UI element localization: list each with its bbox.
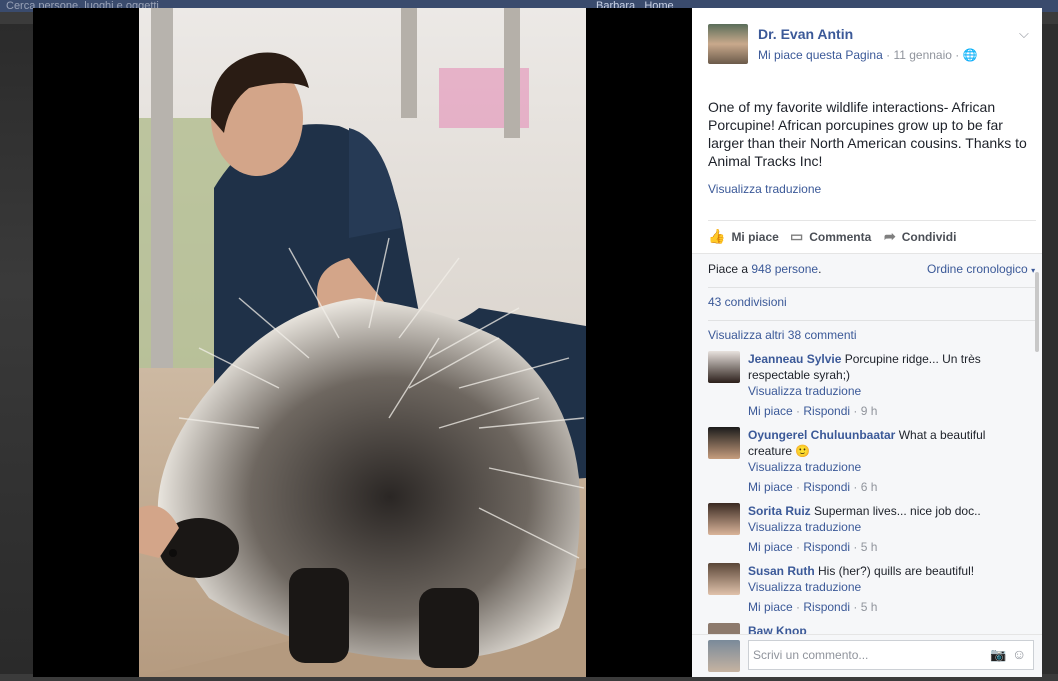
commenter-name[interactable]: Sorita Ruiz <box>748 504 811 518</box>
author-avatar[interactable] <box>708 24 748 64</box>
commenter-avatar[interactable] <box>708 351 740 383</box>
commenter-name[interactable]: Oyungerel Chuluunbaatar <box>748 428 895 442</box>
comment-translate-link[interactable]: Visualizza traduzione <box>748 579 998 595</box>
current-user-avatar <box>708 640 740 672</box>
commenter-name[interactable]: Jeanneau Sylvie <box>748 352 841 366</box>
comment-text: His (her?) quills are beautiful! <box>818 564 975 578</box>
comment-reply-link[interactable]: Rispondi <box>803 480 850 494</box>
comment-like-link[interactable]: Mi piace <box>748 600 793 614</box>
like-page-link[interactable]: Mi piace questa Pagina <box>758 48 883 62</box>
share-arrow-icon: ➦ <box>884 228 896 244</box>
share-button[interactable]: ➦ Condividi <box>884 228 956 245</box>
comment-footer: Mi piace · Rispondi · 5 h <box>748 540 878 554</box>
comment-translate-link[interactable]: Visualizza traduzione <box>748 383 998 399</box>
speech-bubble-icon: ▭ <box>790 228 804 244</box>
comment-label: Commenta <box>809 229 872 244</box>
comment-translate-link[interactable]: Visualizza traduzione <box>748 519 998 535</box>
comment-time[interactable]: 9 h <box>861 404 878 418</box>
comment-text: Superman lives... nice job doc.. <box>814 504 981 518</box>
comment-body: Jeanneau Sylvie Porcupine ridge... Un tr… <box>748 351 998 419</box>
divider <box>708 220 1036 221</box>
meta-separator-2: · <box>955 48 963 62</box>
likes-suffix: . <box>818 262 822 276</box>
comment-reply-link[interactable]: Rispondi <box>803 404 850 418</box>
comment-time[interactable]: 5 h <box>861 600 878 614</box>
comment-composer: 📷 ☺ <box>692 634 1042 677</box>
post-text: One of my favorite wildlife interactions… <box>708 99 1027 169</box>
post-date[interactable]: 11 gennaio <box>893 48 952 62</box>
like-label: Mi piace <box>731 229 779 244</box>
author-meta: Mi piace questa Pagina · 11 gennaio · 🌐 <box>758 48 978 62</box>
divider <box>708 320 1036 321</box>
post-sidebar: Dr. Evan Antin Mi piace questa Pagina · … <box>692 8 1042 677</box>
comment-footer: Mi piace · Rispondi · 6 h <box>748 480 878 494</box>
background-left-column <box>0 24 33 674</box>
post-photo[interactable] <box>139 8 586 677</box>
chevron-down-icon[interactable]: ⌵ <box>1019 26 1029 42</box>
commenter-avatar[interactable] <box>708 503 740 535</box>
comment-footer: Mi piace · Rispondi · 9 h <box>748 404 878 418</box>
comments-scrollbar[interactable] <box>1035 272 1039 352</box>
comment-like-link[interactable]: Mi piace <box>748 540 793 554</box>
comment-footer: Mi piace · Rispondi · 5 h <box>748 600 878 614</box>
camera-icon[interactable]: 📷 <box>990 647 1006 663</box>
comment-reply-link[interactable]: Rispondi <box>803 600 850 614</box>
more-comments-link[interactable]: Visualizza altri 38 commenti <box>708 328 857 342</box>
likes-prefix: Piace a <box>708 262 752 276</box>
comment-like-link[interactable]: Mi piace <box>748 480 793 494</box>
comment-order-dropdown[interactable]: Ordine cronologico ▾ <box>927 262 1035 276</box>
smiley-icon[interactable]: ☺ <box>1012 646 1026 662</box>
background-right-column <box>1042 24 1058 674</box>
comment-like-link[interactable]: Mi piace <box>748 404 793 418</box>
order-label: Ordine cronologico <box>927 262 1028 276</box>
author-name[interactable]: Dr. Evan Antin <box>758 26 853 42</box>
comment-body: Sorita Ruiz Superman lives... nice job d… <box>748 503 998 555</box>
shares-link[interactable]: 43 condivisioni <box>708 295 787 309</box>
post-translate-link[interactable]: Visualizza traduzione <box>708 182 821 196</box>
divider <box>708 287 1036 288</box>
comment-time[interactable]: 6 h <box>861 480 878 494</box>
globe-icon: 🌐 <box>962 48 978 62</box>
post-actions: 👍 Mi piace ▭ Commenta ➦ Condividi <box>708 228 1036 246</box>
comment-reply-link[interactable]: Rispondi <box>803 540 850 554</box>
commenter-avatar[interactable] <box>708 427 740 459</box>
comment-body: Susan Ruth His (her?) quills are beautif… <box>748 563 998 615</box>
likes-count-link[interactable]: 948 persone <box>751 262 818 276</box>
photo-image <box>139 8 586 677</box>
comment-button[interactable]: ▭ Commenta <box>790 228 871 245</box>
likes-summary: Piace a 948 persone. <box>708 262 821 276</box>
thumbs-up-icon: 👍 <box>708 228 726 244</box>
commenter-avatar[interactable] <box>708 563 740 595</box>
comment-time[interactable]: 5 h <box>861 540 878 554</box>
comment-body: Oyungerel Chuluunbaatar What a beautiful… <box>748 427 998 495</box>
comment-translate-link[interactable]: Visualizza traduzione <box>748 459 998 475</box>
share-label: Condividi <box>901 229 957 244</box>
like-button[interactable]: 👍 Mi piace <box>708 228 779 245</box>
commenter-name[interactable]: Susan Ruth <box>748 564 815 578</box>
